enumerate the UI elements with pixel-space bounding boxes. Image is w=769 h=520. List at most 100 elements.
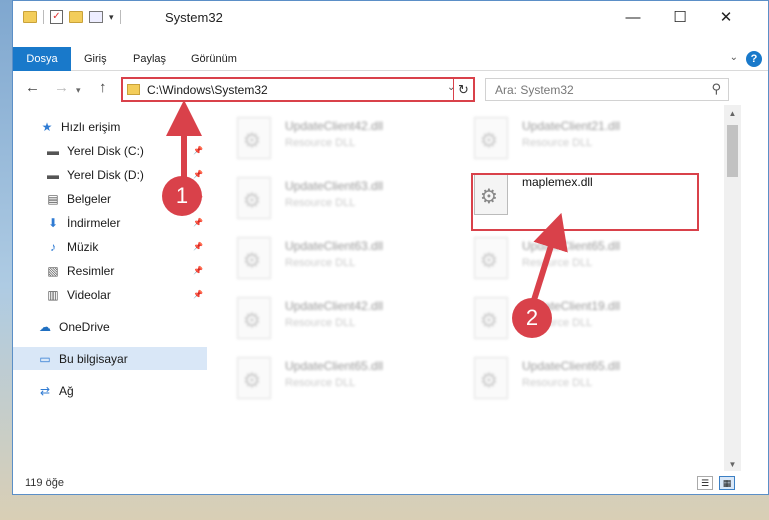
pin-icon[interactable]: 📌 <box>193 170 203 179</box>
dll-file-icon <box>474 117 508 159</box>
sidebar-item[interactable]: ▧ Resimler 📌 <box>13 259 207 282</box>
tab-file[interactable]: Dosya <box>13 47 71 71</box>
file-item[interactable]: UpdateClient19.dllResource DLL <box>474 295 674 347</box>
tab-view[interactable]: Görünüm <box>191 47 237 71</box>
window-title: System32 <box>165 10 223 25</box>
file-item[interactable]: UpdateClient65.dll Resource DLL <box>474 355 674 407</box>
minimize-button[interactable]: — <box>610 1 656 33</box>
title-bar: ✓ ▾ System32 — ☐ ✕ <box>13 1 768 35</box>
pin-icon[interactable]: 📌 <box>193 266 203 275</box>
details-view-icon[interactable]: ☰ <box>697 476 713 490</box>
file-type: Resource DLL <box>522 257 593 269</box>
forward-arrow-icon[interactable]: → <box>54 79 69 96</box>
sidebar-item[interactable]: ▥ Videolar 📌 <box>13 283 207 306</box>
pin-icon[interactable]: 📌 <box>193 290 203 299</box>
file-item[interactable]: UpdateClient42.dll Resource DLL <box>237 115 437 167</box>
search-input[interactable]: Ara: System32 ⚲ <box>485 78 729 101</box>
properties-check-icon[interactable]: ✓ <box>50 10 63 24</box>
file-name: UpdateClient21.dll <box>522 119 621 133</box>
video-icon: ▥ <box>47 287 59 302</box>
file-type: Resource DLL <box>522 377 593 389</box>
sidebar-item-label: Bu bilgisayar <box>59 351 128 366</box>
recent-locations-icon[interactable]: ▾ <box>76 85 81 96</box>
sidebar-item[interactable]: ★ Hızlı erişim <box>13 115 207 138</box>
drive-icon: ▬ <box>47 143 59 158</box>
maximize-button[interactable]: ☐ <box>657 1 703 33</box>
dll-file-icon <box>237 117 271 159</box>
pin-icon[interactable]: 📌 <box>193 242 203 251</box>
file-item[interactable]: UpdateClient21.dll Resource DLL <box>474 115 674 167</box>
sidebar-item-label: Müzik <box>67 239 99 254</box>
item-count: 119 öğe <box>25 477 64 489</box>
star-icon: ★ <box>41 119 53 134</box>
toolbar-separator <box>43 10 44 24</box>
refresh-icon: ↻ <box>458 82 469 97</box>
drive-icon: ▬ <box>47 167 59 182</box>
new-folder-icon[interactable] <box>69 11 83 23</box>
scroll-thumb[interactable] <box>727 125 738 177</box>
sidebar-item-label: Hızlı erişim <box>61 119 121 134</box>
file-type: Resource DLL <box>285 377 356 389</box>
computer-icon: ▭ <box>39 351 51 366</box>
back-arrow-icon[interactable]: ← <box>25 79 40 96</box>
file-name: UpdateClient65.dll <box>522 239 621 253</box>
download-icon: ⬇ <box>47 215 59 230</box>
refresh-button[interactable]: ↻ <box>453 77 475 102</box>
sidebar-item-label: Belgeler <box>67 191 112 206</box>
customize-toolbar-icon[interactable]: ▾ <box>109 12 114 23</box>
dll-file-icon <box>474 237 508 279</box>
file-name: UpdateClient42.dll <box>285 299 384 313</box>
toolbar-separator <box>119 10 121 24</box>
file-type: Resource DLL <box>285 317 356 329</box>
pin-icon[interactable]: 📌 <box>193 146 203 155</box>
file-item[interactable]: UpdateClient63.dll Resource DLL <box>237 175 437 227</box>
file-name: UpdateClient65.dll <box>285 359 384 373</box>
sidebar-item-label: İndirmeler <box>67 215 121 230</box>
search-icon[interactable]: ⚲ <box>711 81 721 97</box>
sidebar-item-label: Yerel Disk (D:) <box>67 167 144 182</box>
dll-file-icon <box>474 297 508 339</box>
file-item[interactable]: UpdateClient65.dll Resource DLL <box>474 235 674 287</box>
tiles-view-icon[interactable]: ▦ <box>719 476 735 490</box>
rename-icon[interactable] <box>89 11 103 23</box>
folder-icon <box>23 11 37 23</box>
status-bar: 119 öğe ☰ ▦ <box>13 473 768 495</box>
explorer-window: ✓ ▾ System32 — ☐ ✕ Dosya Giriş Paylaş Gö… <box>12 0 769 495</box>
pin-icon[interactable]: 📌 <box>193 218 203 227</box>
sidebar-item[interactable]: ▭ Bu bilgisayar <box>13 347 207 370</box>
address-bar[interactable]: C:\Windows\System32 ⌄ <box>121 77 473 102</box>
sidebar-item[interactable]: ▬ Yerel Disk (C:) 📌 <box>13 139 207 162</box>
search-placeholder: Ara: System32 <box>495 83 574 97</box>
help-icon[interactable]: ? <box>746 51 762 67</box>
sidebar-item-label: Resimler <box>67 263 115 278</box>
pictures-icon: ▧ <box>47 263 59 278</box>
sidebar-item-label: OneDrive <box>59 319 110 334</box>
file-item[interactable]: UpdateClient63.dll Resource DLL <box>237 235 437 287</box>
file-type: Resource DLL <box>285 257 356 269</box>
sidebar-item-label: Videolar <box>67 287 111 302</box>
tab-share[interactable]: Paylaş <box>133 47 166 71</box>
sidebar-item[interactable]: ♪ Müzik 📌 <box>13 235 207 258</box>
file-type: Resource DLL <box>285 137 356 149</box>
sidebar-item[interactable]: ☁ OneDrive <box>13 315 207 338</box>
file-type: Resource DLL <box>285 197 356 209</box>
scroll-up-icon[interactable]: ▲ <box>724 109 741 118</box>
address-path[interactable]: C:\Windows\System32 <box>147 83 268 97</box>
sidebar-item-label: Yerel Disk (C:) <box>67 143 144 158</box>
scroll-down-icon[interactable]: ▼ <box>724 460 741 469</box>
file-item[interactable]: UpdateClient42.dll Resource DLL <box>237 295 437 347</box>
step-2-badge: 2 <box>512 298 552 338</box>
dll-file-icon <box>237 357 271 399</box>
tab-home[interactable]: Giriş <box>84 47 107 71</box>
up-arrow-icon[interactable]: ↑ <box>99 79 107 96</box>
file-name: UpdateClient65.dll <box>522 359 621 373</box>
sidebar-item[interactable]: ⇄ Ağ <box>13 379 207 402</box>
vertical-scrollbar[interactable]: ▲ ▼ <box>724 105 741 471</box>
file-name: UpdateClient63.dll <box>285 239 384 253</box>
expand-ribbon-icon[interactable]: ⌄ <box>730 52 738 63</box>
dll-file-icon <box>237 177 271 219</box>
file-item[interactable]: UpdateClient65.dll Resource DLL <box>237 355 437 407</box>
close-button[interactable]: ✕ <box>703 1 749 33</box>
file-type: Resource DLL <box>522 137 593 149</box>
dll-file-icon <box>237 297 271 339</box>
